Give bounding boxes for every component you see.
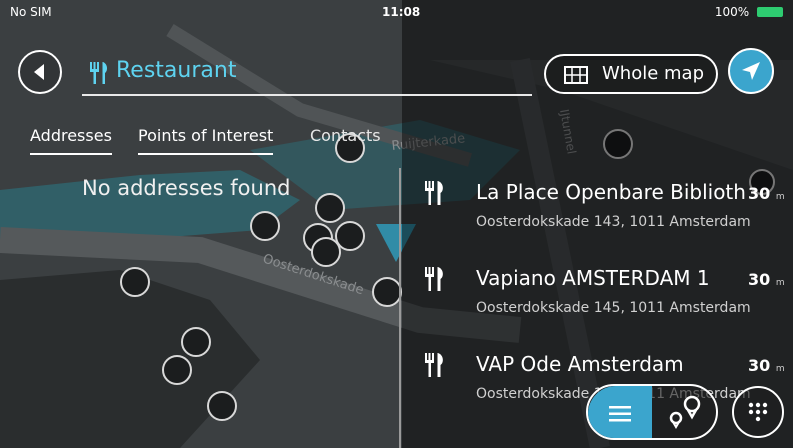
- search-field[interactable]: Restaurant: [82, 52, 532, 96]
- status-bar: No SIM 11:08 100%: [0, 0, 793, 24]
- carrier-label: No SIM: [10, 5, 52, 19]
- restaurant-icon: [425, 181, 443, 205]
- location-arrow-icon: [742, 62, 760, 80]
- restaurant-icon: [90, 62, 108, 84]
- tab-contacts[interactable]: Contacts: [310, 126, 381, 153]
- result-name: VAP Ode Amsterdam: [476, 352, 684, 376]
- screen: Ruijterkade Oosterdokskade IJtunnel No SIM…: [0, 0, 793, 448]
- result-distance: 30 m: [748, 184, 785, 203]
- back-arrow-icon: [34, 64, 44, 80]
- list-item[interactable]: Vapiano AMSTERDAM 1 30 m Oosterdokskade …: [402, 254, 793, 338]
- clock: 11:08: [382, 5, 421, 19]
- location-button[interactable]: [728, 48, 774, 94]
- keypad-icon: [748, 402, 768, 422]
- keyboard-button[interactable]: [732, 386, 784, 438]
- tab-points-of-interest[interactable]: Points of Interest: [138, 126, 274, 155]
- restaurant-icon: [425, 353, 443, 377]
- list-view-button[interactable]: [588, 386, 652, 438]
- result-name: La Place Openbare Bibliotheek: [476, 180, 746, 204]
- whole-map-button[interactable]: Whole map: [544, 54, 718, 94]
- search-tabs: Addresses Points of Interest Contacts: [0, 122, 400, 162]
- no-addresses-message: No addresses found: [82, 176, 291, 200]
- tab-addresses[interactable]: Addresses: [30, 126, 112, 155]
- map-icon: [564, 66, 588, 84]
- battery-icon: [757, 7, 783, 17]
- map-pins-icon[interactable]: [666, 392, 706, 432]
- list-icon: [609, 406, 631, 422]
- result-address: Oosterdokskade 143, 1011 Amsterdam: [476, 214, 751, 230]
- whole-map-label: Whole map: [602, 63, 705, 84]
- result-address: Oosterdokskade 145, 1011 Amsterdam: [476, 300, 751, 316]
- battery-status: 100%: [715, 5, 783, 19]
- restaurant-icon: [425, 267, 443, 291]
- list-item[interactable]: La Place Openbare Bibliotheek 30 m Ooste…: [402, 168, 793, 252]
- battery-percent: 100%: [714, 5, 750, 19]
- search-query[interactable]: Restaurant: [116, 58, 236, 83]
- result-name: Vapiano AMSTERDAM 1: [476, 266, 710, 290]
- back-button[interactable]: [18, 50, 62, 94]
- result-distance: 30 m: [748, 270, 785, 289]
- column-divider: [399, 168, 401, 448]
- result-distance: 30 m: [748, 356, 785, 375]
- view-toggle[interactable]: [586, 384, 718, 440]
